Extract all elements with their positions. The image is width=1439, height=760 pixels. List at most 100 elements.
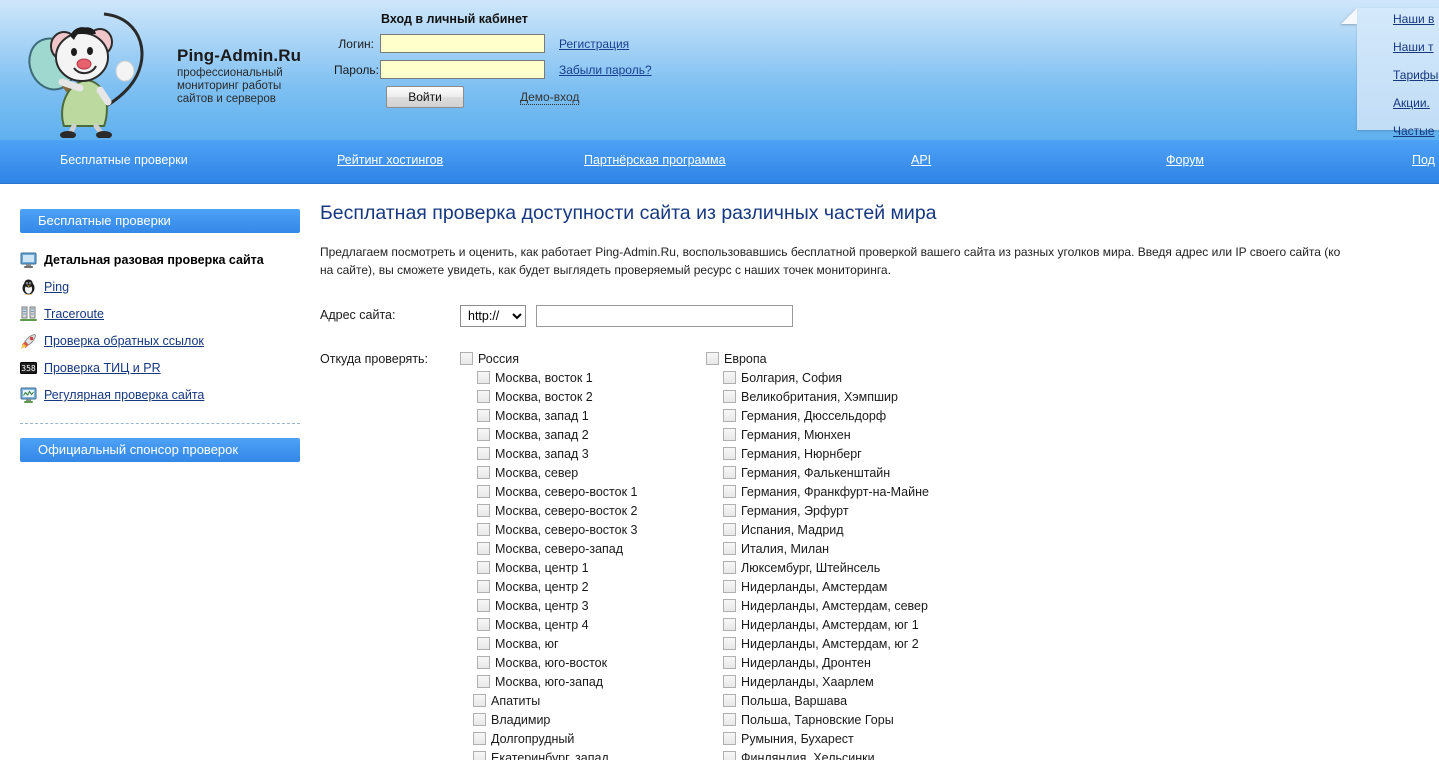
region-item[interactable]: Москва, запад 2 [460,425,706,444]
password-input[interactable] [380,60,545,79]
region-group-checkbox[interactable] [460,352,473,365]
region-item[interactable]: Польша, Варшава [706,691,952,710]
region-item[interactable]: Москва, северо-запад [460,539,706,558]
region-item[interactable]: Польша, Тарновские Горы [706,710,952,729]
region-item-checkbox[interactable] [723,504,736,517]
region-item-checkbox[interactable] [477,371,490,384]
login-submit-button[interactable]: Войти [386,86,464,108]
region-item-checkbox[interactable] [723,732,736,745]
region-item-checkbox[interactable] [723,485,736,498]
region-item[interactable]: Москва, восток 1 [460,368,706,387]
region-item[interactable]: Германия, Нюрнберг [706,444,952,463]
region-item[interactable]: Великобритания, Хэмпшир [706,387,952,406]
region-item-checkbox[interactable] [477,485,490,498]
region-item-checkbox[interactable] [477,447,490,460]
region-item[interactable]: Владимир [460,710,706,729]
login-input[interactable] [380,34,545,53]
note-link-2[interactable]: Тарифы [1393,68,1439,82]
region-item-checkbox[interactable] [723,390,736,403]
region-item[interactable]: Германия, Дюссельдорф [706,406,952,425]
region-item[interactable]: Екатеринбург, запад [460,748,706,760]
region-item-checkbox[interactable] [723,694,736,707]
region-item-checkbox[interactable] [477,390,490,403]
sidebar-item-2[interactable]: Traceroute [20,301,300,327]
region-item-checkbox[interactable] [477,504,490,517]
region-item[interactable]: Румыния, Бухарест [706,729,952,748]
region-item[interactable]: Италия, Милан [706,539,952,558]
region-item-checkbox[interactable] [477,542,490,555]
sidebar-item-label[interactable]: Регулярная проверка сайта [44,388,204,402]
region-item-checkbox[interactable] [477,656,490,669]
region-item[interactable]: Москва, северо-восток 1 [460,482,706,501]
nav-item-4[interactable]: Форум [1166,153,1204,167]
note-link-1[interactable]: Наши т [1393,40,1439,54]
region-group-header[interactable]: Россия [460,349,706,368]
region-item[interactable]: Нидерланды, Дронтен [706,653,952,672]
region-item-checkbox[interactable] [723,751,736,760]
region-item[interactable]: Долгопрудный [460,729,706,748]
region-item-checkbox[interactable] [477,637,490,650]
region-item-checkbox[interactable] [473,713,486,726]
region-item-checkbox[interactable] [723,371,736,384]
nav-item-0[interactable]: Бесплатные проверки [60,153,188,167]
region-item-checkbox[interactable] [723,561,736,574]
sidebar-item-3[interactable]: Проверка обратных ссылок [20,328,300,354]
region-item[interactable]: Нидерланды, Амстердам, север [706,596,952,615]
region-item-checkbox[interactable] [477,409,490,422]
sidebar-item-label[interactable]: Проверка обратных ссылок [44,334,204,348]
forgot-password-link[interactable]: Забыли пароль? [559,63,652,77]
demo-login-link[interactable]: Демо-вход [520,90,579,105]
region-item[interactable]: Германия, Эрфурт [706,501,952,520]
nav-item-3[interactable]: API [911,153,931,167]
region-item-checkbox[interactable] [477,561,490,574]
region-item-checkbox[interactable] [723,409,736,422]
region-item-checkbox[interactable] [723,713,736,726]
region-item[interactable]: Москва, северо-восток 2 [460,501,706,520]
region-item[interactable]: Апатиты [460,691,706,710]
note-link-0[interactable]: Наши в [1393,12,1439,26]
region-item-checkbox[interactable] [723,580,736,593]
site-url-input[interactable] [536,305,793,327]
region-item[interactable]: Москва, юго-восток [460,653,706,672]
region-item-checkbox[interactable] [723,637,736,650]
region-item[interactable]: Москва, юг [460,634,706,653]
nav-item-1[interactable]: Рейтинг хостингов [337,153,443,167]
region-item[interactable]: Москва, запад 3 [460,444,706,463]
region-item-checkbox[interactable] [477,580,490,593]
register-link[interactable]: Регистрация [559,37,629,51]
note-link-3[interactable]: Акции. [1393,96,1439,110]
region-item-checkbox[interactable] [723,447,736,460]
region-item[interactable]: Москва, центр 3 [460,596,706,615]
region-item[interactable]: Люксембург, Штейнсель [706,558,952,577]
region-group-header[interactable]: Европа [706,349,952,368]
region-item-checkbox[interactable] [473,732,486,745]
region-item-checkbox[interactable] [477,618,490,631]
region-item[interactable]: Москва, восток 2 [460,387,706,406]
region-item-checkbox[interactable] [723,599,736,612]
region-item-checkbox[interactable] [723,656,736,669]
region-item[interactable]: Германия, Мюнхен [706,425,952,444]
region-item[interactable]: Нидерланды, Амстердам, юг 2 [706,634,952,653]
region-item[interactable]: Германия, Франкфурт-на-Майне [706,482,952,501]
nav-item-2[interactable]: Партнёрская программа [584,153,726,167]
region-item[interactable]: Москва, центр 4 [460,615,706,634]
region-item-checkbox[interactable] [477,523,490,536]
sidebar-item-1[interactable]: Ping [20,274,300,300]
region-item-checkbox[interactable] [477,428,490,441]
site-logo[interactable]: Ping-Admin.Ru профессиональный мониторин… [12,2,312,138]
region-item-checkbox[interactable] [723,618,736,631]
region-item[interactable]: Москва, юго-запад [460,672,706,691]
region-item[interactable]: Нидерланды, Амстердам, юг 1 [706,615,952,634]
region-item-checkbox[interactable] [723,428,736,441]
region-item-checkbox[interactable] [723,542,736,555]
region-item[interactable]: Германия, Фалькенштайн [706,463,952,482]
region-item-checkbox[interactable] [473,694,486,707]
region-item[interactable]: Москва, северо-восток 3 [460,520,706,539]
sidebar-item-5[interactable]: Регулярная проверка сайта [20,382,300,408]
sidebar-item-label[interactable]: Traceroute [44,307,104,321]
region-item[interactable]: Москва, север [460,463,706,482]
protocol-select[interactable]: http://https:// [460,305,526,327]
region-item-checkbox[interactable] [477,675,490,688]
nav-item-5[interactable]: Под [1412,153,1435,167]
region-item[interactable]: Москва, центр 2 [460,577,706,596]
